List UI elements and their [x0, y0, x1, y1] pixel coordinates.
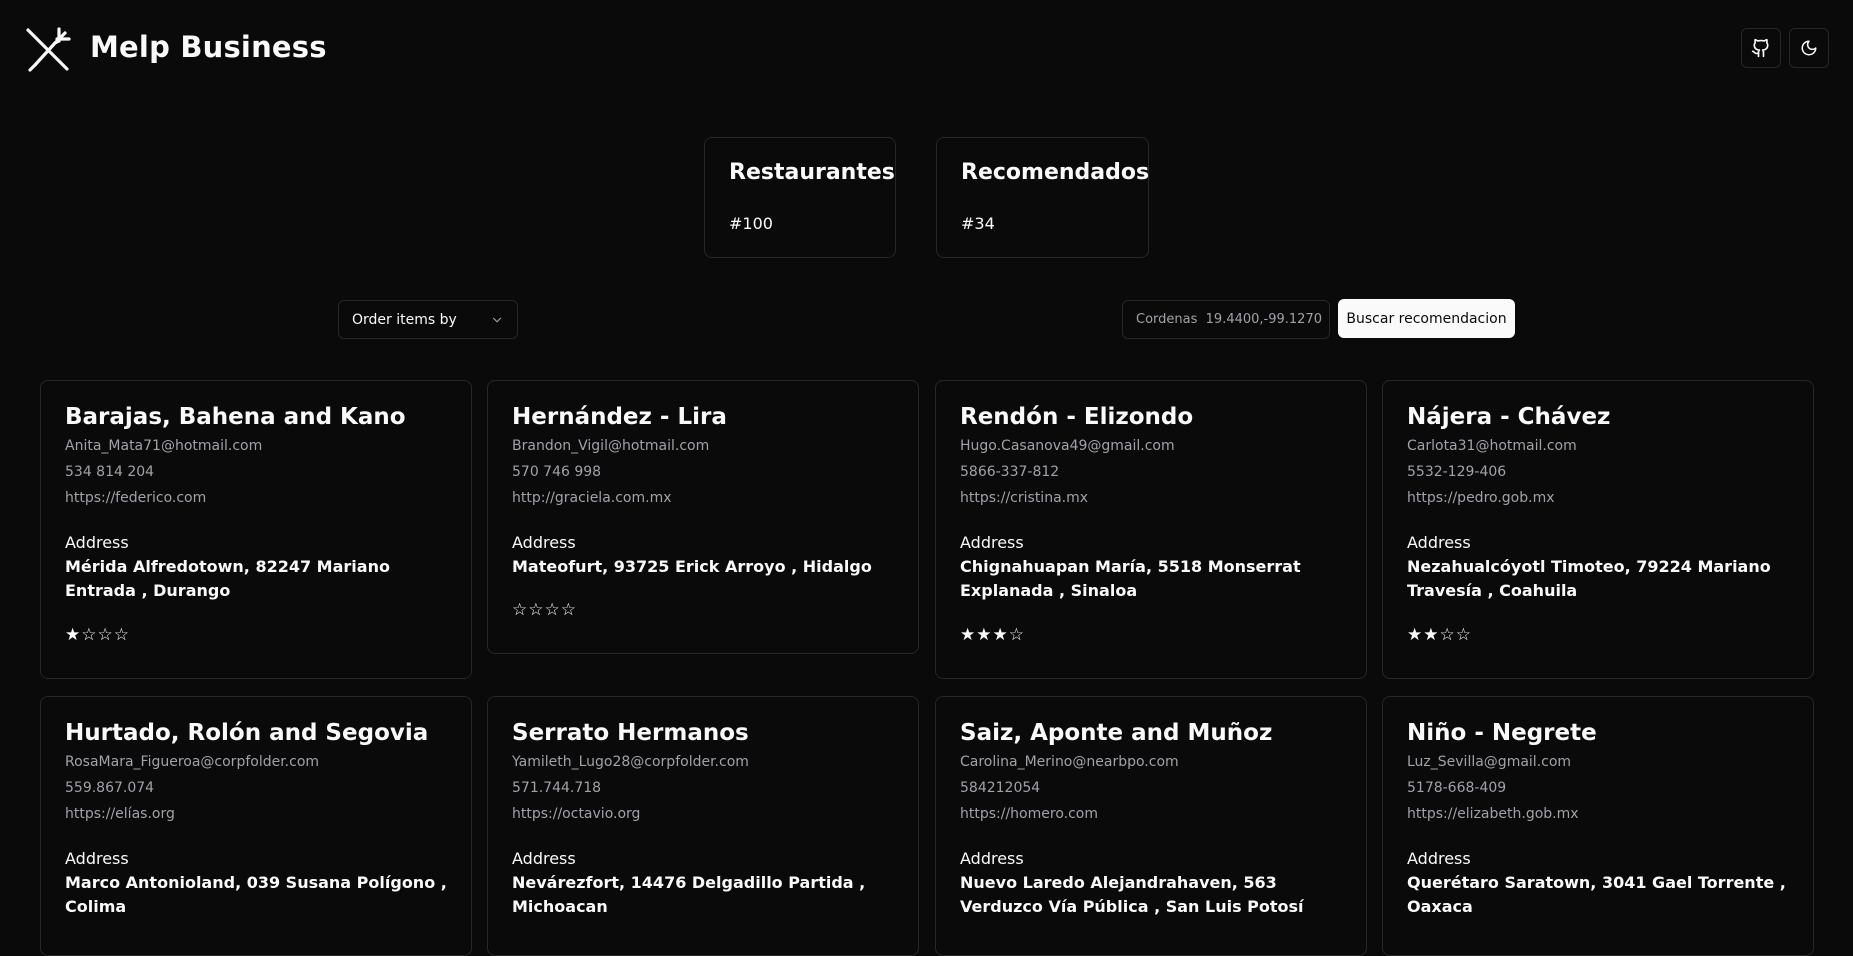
restaurant-website: http://graciela.com.mx [512, 490, 672, 506]
restaurant-name: Nájera - Chávez [1407, 404, 1611, 430]
restaurant-website: https://homero.com [960, 806, 1098, 822]
restaurant-phone: 534 814 204 [65, 464, 155, 480]
address-label: Address [960, 849, 1024, 868]
restaurant-phone: 571.744.718 [512, 780, 602, 796]
restaurant-name: Hernández - Lira [512, 404, 727, 430]
star-rating: ☆☆☆☆ [512, 600, 577, 620]
restaurant-email: Carlota31@hotmail.com [1407, 438, 1577, 454]
star-rating: ★★★☆ [960, 625, 1025, 645]
coordinates-value: 19.4400,-99.1270 [1205, 312, 1322, 327]
restaurant-email: Luz_Sevilla@gmail.com [1407, 754, 1572, 770]
chevron-down-icon [492, 317, 502, 323]
star-rating: ★☆☆☆ [65, 625, 130, 645]
restaurant-phone: 5866-337-812 [960, 464, 1060, 480]
restaurant-card[interactable]: Barajas, Bahena and Kano Anita_Mata71@ho… [40, 380, 472, 679]
restaurant-phone: 570 746 998 [512, 464, 602, 480]
restaurant-card[interactable]: Rendón - Elizondo Hugo.Casanova49@gmail.… [935, 380, 1367, 679]
address-label: Address [512, 533, 576, 552]
restaurant-card[interactable]: Niño - Negrete Luz_Sevilla@gmail.com 517… [1382, 696, 1814, 956]
restaurant-email: Brandon_Vigil@hotmail.com [512, 438, 710, 454]
github-icon [1751, 38, 1769, 58]
restaurant-card[interactable]: Hurtado, Rolón and Segovia RosaMara_Figu… [40, 696, 472, 956]
address-label: Address [65, 533, 129, 552]
restaurant-card[interactable]: Serrato Hermanos Yamileth_Lugo28@corpfol… [487, 696, 919, 956]
stat-card-restaurants: Restaurantes #100 [704, 137, 896, 258]
restaurant-name: Serrato Hermanos [512, 720, 749, 746]
restaurant-email: RosaMara_Figueroa@corpfolder.com [65, 754, 320, 770]
restaurant-card[interactable]: Hernández - Lira Brandon_Vigil@hotmail.c… [487, 380, 919, 654]
restaurant-name: Rendón - Elizondo [960, 404, 1194, 430]
moon-icon [1801, 40, 1817, 56]
stat-title: Restaurantes [729, 160, 895, 185]
restaurant-email: Carolina_Merino@nearbpo.com [960, 754, 1179, 770]
restaurant-website: https://octavio.org [512, 806, 641, 822]
utensils-crossed-icon [26, 27, 71, 72]
search-recommendation-button[interactable]: Buscar recomendacion [1338, 299, 1515, 338]
stat-value: #100 [729, 214, 773, 233]
restaurant-address: Mateofurt, 93725 Erick Arroyo , Hidalgo [512, 557, 872, 576]
restaurant-phone: 5532-129-406 [1407, 464, 1507, 480]
restaurant-email: Hugo.Casanova49@gmail.com [960, 438, 1175, 454]
restaurant-address: Chignahuapan María, 5518 Monserrat Expla… [960, 557, 1301, 600]
restaurant-address: Marco Antonioland, 039 Susana Polígono ,… [65, 873, 447, 916]
restaurant-name: Barajas, Bahena and Kano [65, 404, 406, 430]
address-label: Address [960, 533, 1024, 552]
restaurant-website: https://pedro.gob.mx [1407, 490, 1555, 506]
theme-toggle-button[interactable] [1789, 28, 1829, 68]
address-label: Address [65, 849, 129, 868]
order-select-label: Order items by [352, 311, 457, 328]
restaurant-website: https://elizabeth.gob.mx [1407, 806, 1579, 822]
coordinates-input[interactable]: Cordenas 19.4400,-99.1270 [1122, 300, 1330, 339]
stat-value: #34 [961, 214, 995, 233]
restaurant-phone: 5178-668-409 [1407, 780, 1507, 796]
order-select[interactable]: Order items by [338, 300, 518, 339]
restaurant-address: Querétaro Saratown, 3041 Gael Torrente ,… [1407, 873, 1786, 916]
coordinates-prefix: Cordenas [1136, 312, 1198, 327]
restaurant-website: https://cristina.mx [960, 490, 1089, 506]
restaurant-name: Hurtado, Rolón and Segovia [65, 720, 429, 746]
github-button[interactable] [1741, 28, 1781, 68]
restaurant-address: Nezahualcóyotl Timoteo, 79224 Mariano Tr… [1407, 557, 1771, 600]
restaurant-address: Mérida Alfredotown, 82247 Mariano Entrad… [65, 557, 390, 600]
restaurant-name: Saiz, Aponte and Muñoz [960, 720, 1273, 746]
restaurant-email: Yamileth_Lugo28@corpfolder.com [512, 754, 749, 770]
restaurant-name: Niño - Negrete [1407, 720, 1597, 746]
restaurant-email: Anita_Mata71@hotmail.com [65, 438, 263, 454]
address-label: Address [1407, 849, 1471, 868]
restaurant-card[interactable]: Nájera - Chávez Carlota31@hotmail.com 55… [1382, 380, 1814, 679]
restaurant-phone: 584212054 [960, 780, 1041, 796]
address-label: Address [512, 849, 576, 868]
brand-title[interactable]: Melp Business [90, 30, 327, 64]
address-label: Address [1407, 533, 1471, 552]
app-header: Melp Business [0, 0, 1853, 96]
restaurant-card[interactable]: Saiz, Aponte and Muñoz Carolina_Merino@n… [935, 696, 1367, 956]
restaurant-website: https://federico.com [65, 490, 207, 506]
restaurant-address: Nuevo Laredo Alejandrahaven, 563 Verduzc… [960, 873, 1304, 916]
restaurant-phone: 559.867.074 [65, 780, 155, 796]
star-rating: ★★☆☆ [1407, 625, 1472, 645]
restaurant-address: Nevárezfort, 14476 Delgadillo Partida , … [512, 873, 866, 916]
restaurant-website: https://elías.org [65, 806, 175, 822]
stat-title: Recomendados [961, 160, 1150, 185]
stat-card-recommended: Recomendados #34 [936, 137, 1149, 258]
